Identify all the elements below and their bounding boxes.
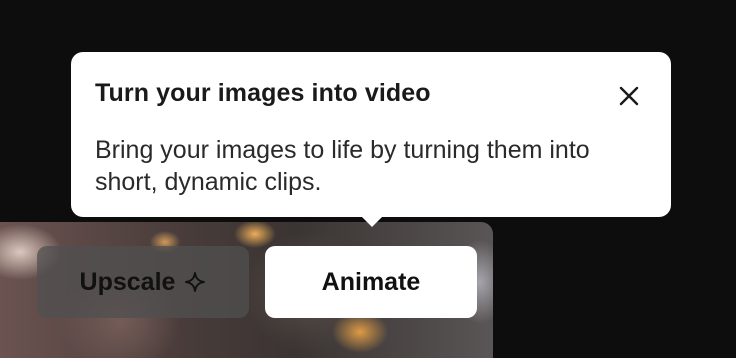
upscale-button[interactable]: Upscale	[37, 246, 249, 318]
animate-button[interactable]: Animate	[265, 246, 477, 318]
animate-label: Animate	[321, 267, 421, 296]
tooltip-arrow	[361, 216, 383, 227]
tooltip-description: Bring your images to life by turning the…	[95, 136, 590, 196]
tooltip-title: Turn your images into video	[95, 79, 431, 107]
upscale-label: Upscale	[79, 267, 176, 296]
feature-tooltip: Turn your images into video Bring your i…	[71, 52, 671, 227]
sparkle-icon	[184, 271, 206, 293]
close-button[interactable]	[617, 84, 641, 108]
close-icon	[619, 86, 639, 106]
